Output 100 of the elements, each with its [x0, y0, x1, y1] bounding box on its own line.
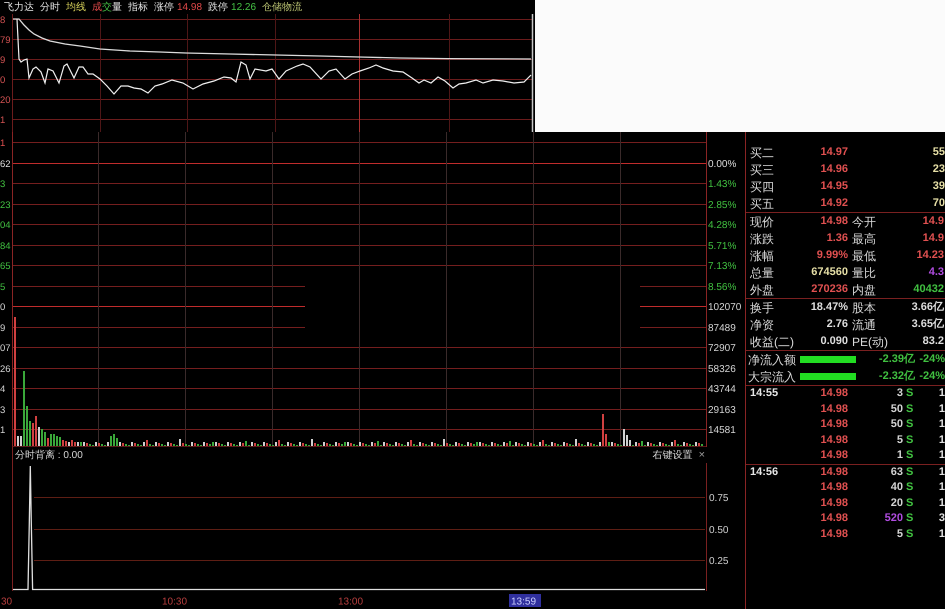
chart-menu-item[interactable]: 指标 — [128, 0, 148, 14]
bid-price: 14.97 — [820, 145, 849, 160]
quote-value: 9.99% — [816, 248, 849, 263]
axis-label: 29163 — [708, 405, 736, 416]
tick-price: 14.98 — [820, 511, 849, 526]
tick-price: 14.98 — [820, 448, 849, 464]
axis-label: 0.00% — [708, 159, 736, 170]
quote-label: 内盘 — [852, 282, 877, 298]
tick-side: S — [906, 464, 914, 480]
bid-volume: 70 — [932, 196, 945, 211]
axis-label: 1 — [0, 115, 6, 126]
bid-label: 买五 — [750, 196, 775, 212]
chart-menu-item[interactable]: 均线 — [66, 0, 86, 14]
axis-label: 0.50 — [709, 525, 728, 536]
limit-value: 12.26 — [231, 0, 256, 14]
axis-label: 87489 — [708, 323, 736, 334]
quote-value: 270236 — [811, 282, 849, 297]
quote-label: 最低 — [852, 248, 877, 264]
axis-label: 3 — [0, 179, 6, 190]
stock-name: 飞力达 — [4, 0, 34, 14]
axis-label: 04 — [0, 220, 11, 231]
flow-label: 净流入额 — [748, 352, 797, 368]
tick-price: 14.98 — [820, 496, 849, 511]
axis-label: 0 — [0, 302, 6, 313]
axis-label: 2.85% — [708, 200, 736, 211]
axis-label: 8.56% — [708, 282, 736, 293]
tick-side: S — [906, 480, 914, 496]
bid-volume: 39 — [932, 179, 945, 194]
quote-label: 总量 — [750, 264, 775, 280]
quote-value: 1.36 — [826, 231, 849, 246]
quote-label: 净资 — [750, 316, 775, 332]
tick-price: 14.98 — [820, 402, 849, 417]
bid-label: 买三 — [750, 162, 775, 178]
axis-label: 1.43% — [708, 179, 736, 190]
quote-label: 最高 — [852, 230, 877, 246]
tick-number: 3 — [938, 511, 945, 526]
axis-label: 5 — [0, 282, 6, 293]
time-label: 13:59 — [509, 594, 541, 608]
axis-label: 7.13% — [708, 261, 736, 272]
quote-label: 换手 — [750, 300, 775, 316]
quote-value: 3.66亿 — [912, 300, 945, 315]
flow-bar-icon — [800, 373, 856, 380]
axis-label: 4.28% — [708, 220, 736, 231]
quote-label: 量比 — [852, 264, 877, 280]
quote-value: 14.9 — [922, 231, 945, 246]
axis-label: 65 — [0, 261, 11, 272]
tick-volume: 20 — [890, 496, 904, 511]
quote-value: 14.23 — [916, 248, 945, 263]
quote-value: 14.9 — [922, 214, 945, 229]
tick-price: 14.98 — [820, 464, 849, 480]
quote-label: 股本 — [852, 300, 877, 316]
tick-side: S — [906, 448, 914, 464]
tick-number: 1 — [938, 402, 945, 417]
tick-number: 1 — [938, 448, 945, 464]
quote-value: 0.090 — [820, 334, 849, 349]
bid-volume: 23 — [932, 162, 945, 177]
quote-value: 674560 — [811, 265, 849, 280]
quote-label: 外盘 — [750, 282, 775, 298]
close-button[interactable]: × — [698, 449, 705, 461]
axis-label: 72907 — [708, 343, 736, 354]
tick-number: 1 — [938, 417, 945, 432]
axis-label: 0.75 — [709, 493, 728, 504]
axis-label: 23 — [0, 200, 11, 211]
tick-volume: 50 — [890, 417, 904, 432]
axis-label: 1 — [0, 138, 6, 149]
axis-label: 9 — [0, 323, 6, 334]
quote-value: 18.47% — [810, 300, 849, 315]
bid-volume: 55 — [932, 145, 945, 160]
axis-label: 102070 — [708, 302, 742, 313]
quote-label: 涨幅 — [750, 248, 775, 264]
tick-volume: 1 — [896, 448, 904, 464]
chart-menu-item[interactable]: 成交量 — [92, 0, 122, 14]
tick-number: 1 — [938, 432, 945, 448]
axis-label: 26 — [0, 364, 11, 375]
tick-volume: 63 — [890, 464, 904, 480]
tick-price: 14.98 — [820, 526, 849, 542]
tick-side: S — [906, 432, 914, 448]
quote-label: 流通 — [852, 316, 877, 332]
quote-value: 3.65亿 — [912, 317, 945, 332]
settings-hint: 右键设置 — [652, 448, 693, 462]
flow-bar-icon — [800, 356, 856, 363]
time-label: 30 — [1, 596, 12, 608]
bid-label: 买二 — [750, 144, 775, 160]
axis-label: 0 — [0, 75, 6, 86]
flow-share: -24% — [919, 352, 945, 367]
axis-label: 9 — [0, 55, 6, 66]
axis-label: 1 — [0, 425, 6, 436]
tick-side: S — [906, 417, 914, 432]
tick-price: 14.98 — [820, 417, 849, 432]
tick-number: 1 — [938, 480, 945, 496]
quote-label: PE(动) — [852, 334, 889, 350]
limit-value: 14.98 — [177, 0, 202, 14]
chart-menu-item[interactable]: 分时 — [40, 0, 60, 14]
quote-label: 涨跌 — [750, 230, 775, 246]
tick-side: S — [906, 496, 914, 511]
axis-label: 0.25 — [709, 556, 728, 567]
axis-label: 5.71% — [708, 241, 736, 252]
indicator-title: 分时背离 : 0.00 — [15, 448, 83, 462]
limit-label: 涨停 — [154, 0, 174, 14]
quote-value: 4.3 — [928, 265, 945, 280]
